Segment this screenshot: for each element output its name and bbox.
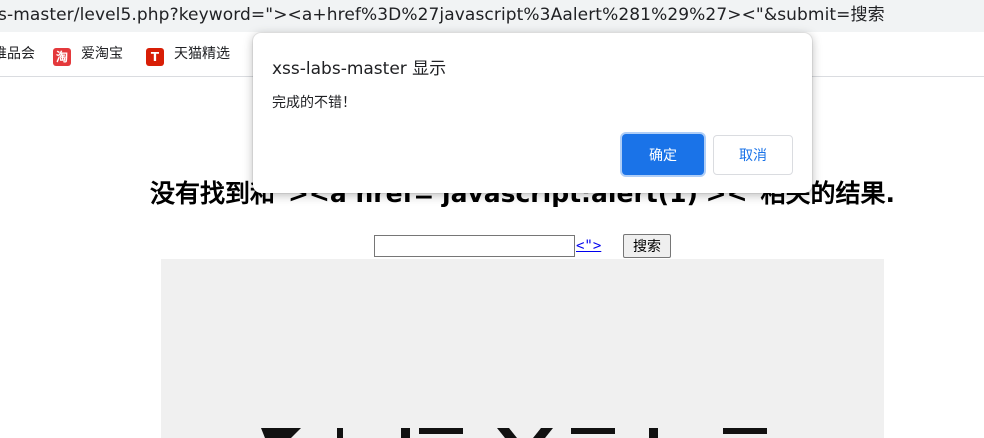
url-text[interactable]: s-master/level5.php?keyword="><a+href%3D… <box>0 4 885 26</box>
bookmark-vip-label: 唯品会 <box>0 46 35 62</box>
bookmark-tmall-label: 天猫精选 <box>174 46 230 62</box>
taobao-icon: 淘 <box>53 48 71 66</box>
alert-dialog: xss-labs-master 显示 完成的不错！ 确定 取消 <box>253 33 812 193</box>
bookmark-taobao[interactable]: 淘爱淘宝 <box>53 44 123 66</box>
address-bar[interactable]: s-master/level5.php?keyword="><a+href%3D… <box>0 0 984 32</box>
level-logo-graphic <box>261 428 767 438</box>
search-input[interactable] <box>374 235 575 257</box>
injected-link[interactable]: <"> <box>576 236 601 256</box>
search-button[interactable]: 搜索 <box>623 234 671 258</box>
ok-button[interactable]: 确定 <box>622 134 704 175</box>
bookmark-taobao-label: 爱淘宝 <box>81 46 123 62</box>
level-banner-image <box>161 259 884 438</box>
bookmark-tmall[interactable]: T 天猫精选 <box>146 44 230 66</box>
dialog-message: 完成的不错！ <box>272 95 356 111</box>
dialog-title: xss-labs-master 显示 <box>272 59 447 79</box>
bookmark-vip[interactable]: 唯品会 <box>0 44 35 64</box>
tmall-icon: T <box>146 48 164 66</box>
cancel-button[interactable]: 取消 <box>713 135 793 175</box>
